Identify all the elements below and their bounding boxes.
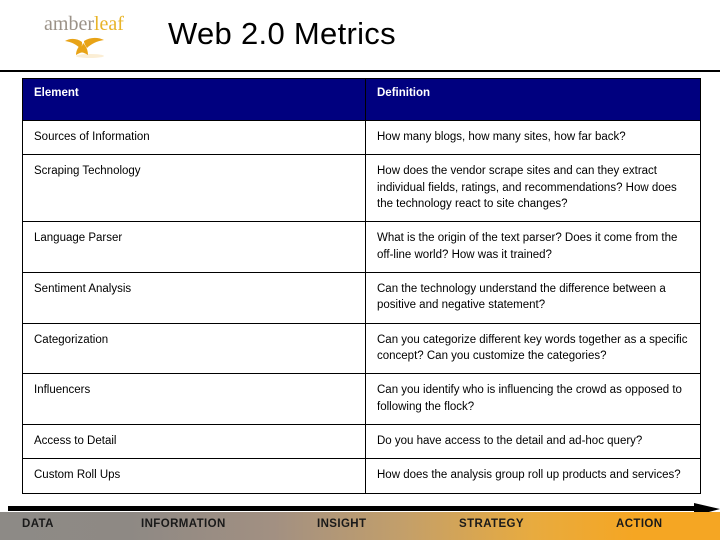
table-row: Scraping Technology How does the vendor … xyxy=(22,154,701,223)
logo-wordmark: amberleaf xyxy=(28,14,140,34)
cell-element: Custom Roll Ups xyxy=(22,458,366,494)
flow-stage-insight: INSIGHT xyxy=(317,518,367,530)
amberleaf-logo: amberleaf xyxy=(28,14,140,66)
table-row: Categorization Can you categorize differ… xyxy=(22,322,701,375)
header-divider xyxy=(0,70,720,72)
table-row: Custom Roll Ups How does the analysis gr… xyxy=(22,458,701,494)
table-header: Element Definition xyxy=(22,78,701,121)
cell-element: Sentiment Analysis xyxy=(22,271,366,324)
value-flow-footer: DATA INFORMATION INSIGHT STRATEGY ACTION xyxy=(0,503,720,540)
flow-stage-strategy: STRATEGY xyxy=(459,518,524,530)
cell-element: Scraping Technology xyxy=(22,154,366,223)
column-header-element: Element xyxy=(22,78,366,121)
cell-definition: Do you have access to the detail and ad-… xyxy=(365,423,701,460)
cell-definition: How does the analysis group roll up prod… xyxy=(365,458,701,494)
cell-element: Influencers xyxy=(22,373,366,425)
flow-stage-data: DATA xyxy=(22,518,54,530)
cell-definition: Can you categorize different key words t… xyxy=(365,322,701,375)
cell-element: Language Parser xyxy=(22,221,366,273)
table-row: Sentiment Analysis Can the technology un… xyxy=(22,271,701,324)
cell-definition: How does the vendor scrape sites and can… xyxy=(365,154,701,223)
cell-definition: What is the origin of the text parser? D… xyxy=(365,221,701,273)
table-row: Sources of Information How many blogs, h… xyxy=(22,119,701,156)
logo-word-amber: amber xyxy=(44,13,94,35)
cell-element: Categorization xyxy=(22,322,366,375)
cell-definition: Can you identify who is influencing the … xyxy=(365,373,701,425)
cell-definition: Can the technology understand the differ… xyxy=(365,271,701,324)
table-header-row: Element Definition xyxy=(22,78,701,121)
flow-stage-information: INFORMATION xyxy=(141,518,226,530)
table-body: Sources of Information How many blogs, h… xyxy=(22,119,701,494)
logo-word-leaf: leaf xyxy=(94,13,124,35)
metrics-table-container: Element Definition Sources of Informatio… xyxy=(22,78,701,494)
flow-stage-labels: DATA INFORMATION INSIGHT STRATEGY ACTION xyxy=(0,512,720,540)
table-row: Language Parser What is the origin of th… xyxy=(22,221,701,273)
flow-stage-action: ACTION xyxy=(616,518,663,530)
cell-definition: How many blogs, how many sites, how far … xyxy=(365,119,701,156)
table-row: Influencers Can you identify who is infl… xyxy=(22,373,701,425)
slide-header: amberleaf Web 2.0 Metrics xyxy=(0,0,720,72)
cell-element: Sources of Information xyxy=(22,119,366,156)
leaf-icon xyxy=(28,37,140,59)
cell-element: Access to Detail xyxy=(22,423,366,460)
page-title: Web 2.0 Metrics xyxy=(168,16,396,51)
metrics-table: Element Definition Sources of Informatio… xyxy=(22,78,701,494)
column-header-definition: Definition xyxy=(365,78,701,121)
table-row: Access to Detail Do you have access to t… xyxy=(22,423,701,460)
